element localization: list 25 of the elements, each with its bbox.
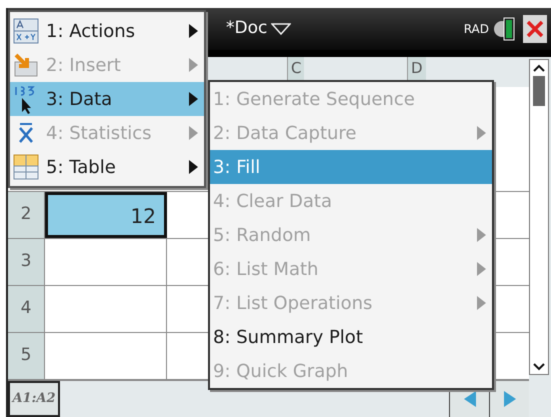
menu-item[interactable]: 3: Fill <box>210 150 492 184</box>
menu-item[interactable]: 1: Actions <box>10 14 204 48</box>
column-header: D <box>408 57 426 80</box>
scroll-thumb[interactable] <box>533 76 545 106</box>
angle-mode: RAD <box>464 21 489 38</box>
right-arrow-icon <box>504 391 516 407</box>
dropdown-icon <box>271 23 292 35</box>
close-icon <box>526 20 544 38</box>
document-tab[interactable]: *Doc <box>226 16 292 42</box>
menu-item[interactable]: 8: Summary Plot <box>210 320 492 354</box>
menu-item[interactable]: 3: Data <box>10 82 204 116</box>
next-button[interactable] <box>489 381 529 417</box>
insert-icon <box>13 52 39 78</box>
menu-item[interactable]: 5: Table <box>10 150 204 184</box>
row-header: 3 <box>8 239 45 285</box>
table-icon <box>13 154 39 180</box>
table-cell[interactable]: 12 <box>45 192 167 238</box>
left-arrow-icon <box>464 391 476 407</box>
row-header: 2 <box>8 192 45 238</box>
close-button[interactable] <box>523 15 547 43</box>
column-header: C <box>288 57 304 80</box>
row-header: 5 <box>8 333 45 379</box>
row-header: 4 <box>8 286 45 332</box>
actions-icon <box>13 18 39 44</box>
selection-range: A1:A2 <box>8 381 60 417</box>
